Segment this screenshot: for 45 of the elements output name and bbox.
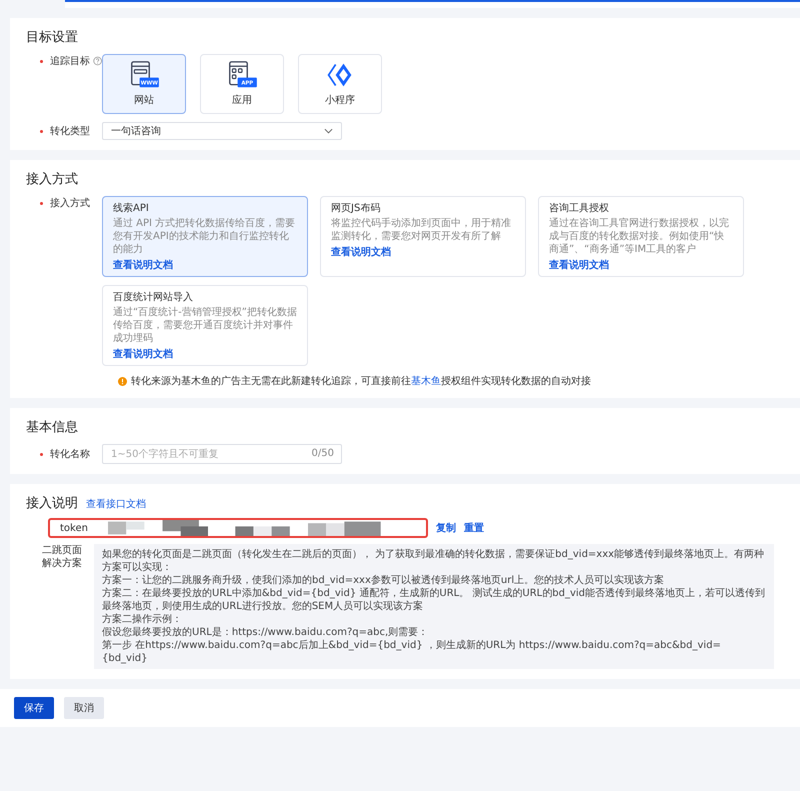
method-title: 网页JS布码 [331, 202, 382, 215]
token-action-link[interactable]: 复制 [436, 521, 456, 535]
cancel-button[interactable]: 取消 [64, 697, 104, 719]
doc-link[interactable]: 查看说明文档 [549, 258, 609, 272]
section-title: 目标设置 [26, 29, 79, 46]
notice-text: 转化来源为基木鱼的广告主无需在此新建转化追踪，可直接前往基木鱼授权组件实现转化数据的自动对接 [131, 374, 591, 388]
method-description: 通过“百度统计-营销管理授权”把转化数据传给百度，需要您开通百度统计并对事件成功埋码 [113, 306, 297, 345]
help-icon[interactable] [92, 56, 102, 66]
field-label: 二跳页面解决方案 [42, 544, 82, 570]
solution-text: 假设您最终要投放的URL是：https://www.baidu.com?q=abc,则需要： [102, 626, 430, 639]
method-title: 线索API [113, 202, 150, 215]
method-title: 百度统计网站导入 [113, 290, 194, 304]
field-label: 追踪目标 [50, 54, 90, 68]
solution-text: 第一步 在https://www.baidu.com?q=abc后加上&bd_vid={bd_vid} ，则生成新的URL为 https://www.baidu.com?q=abc&bd_vid={bd_vid} [102, 639, 722, 665]
doc-link[interactable]: 查看说明文档 [113, 347, 173, 361]
method-option[interactable]: 网页JS布码 将监控代码手动添加到页面中，用于精准监测转化，需要您对网页开发有所了解 查看说明文档 [320, 196, 526, 277]
solution-text: 方案二操作示例： [102, 613, 183, 626]
method-description: 通过在咨询工具官网进行数据授权，以完成与百度的转化数据对接。例如使用“快商通”、“商务通”等IM工具的客户 [549, 217, 730, 256]
method-description: 将监控代码手动添加到页面中，用于精准监测转化，需要您对网页开发有所了解 [331, 217, 512, 243]
jimuyu-link[interactable]: 基木鱼 [411, 376, 441, 387]
section-title: 基本信息 [26, 419, 79, 436]
section-title: 接入方式 [26, 171, 79, 188]
character-counter: 0/50 [312, 448, 334, 459]
solution-text: 方案一：让您的二跳服务商升级，使我们添加的bd_vid=xxx参数可以被透传到最终落地页url上。您的技术人员可以实现该方案 [102, 574, 666, 587]
api-doc-link[interactable]: 查看接口文档 [86, 497, 146, 511]
solution-text: 如果您的转化页面是二跳页面（转化发生在二跳后的页面）， 为了获取到最准确的转化数据，需要保证bd_vid=xxx能够透传到最终落地页上。有两种方案可以实现： [102, 548, 766, 574]
target-option[interactable]: 小程序 [298, 54, 382, 114]
field-label: 接入方式 [50, 196, 90, 210]
save-button[interactable]: 保存 [14, 697, 54, 719]
token-action-link[interactable]: 重置 [464, 521, 484, 535]
section-title: 接入说明 [26, 495, 78, 512]
method-option[interactable]: 线索API 通过 API 方式把转化数据传给百度，需要您有开发API的技术能力和自行监控转化的能力 查看说明文档 [102, 196, 308, 277]
doc-link[interactable]: 查看说明文档 [331, 245, 391, 259]
method-option[interactable]: 咨询工具授权 通过在咨询工具官网进行数据授权，以完成与百度的转化数据对接。例如使用“快商通”、“商务通”等IM工具的客户 查看说明文档 [538, 196, 744, 277]
method-option[interactable]: 百度统计网站导入 通过“百度统计-营销管理授权”把转化数据传给百度，需要您开通百度统计并对事件成功埋码 查看说明文档 [102, 285, 308, 366]
field-label: 转化名称 [50, 448, 90, 461]
solution-text: 方案二：在最终要投放的URL中添加&bd_vid={bd_vid} 通配符，生成新的URL。 测试生成的URL的bd_vid能否透传到最终落地页上，若可以透传到最终落地页，则使用生成的URL进行投放。您的SEM人员可以实现该方案 [102, 587, 766, 613]
doc-link[interactable]: 查看说明文档 [113, 258, 173, 272]
conversion-type-select[interactable]: 一句话咨询 [102, 122, 342, 140]
field-label: 转化类型 [50, 124, 90, 138]
token-label: token [60, 522, 88, 534]
method-title: 咨询工具授权 [549, 202, 610, 215]
warning-icon [118, 376, 127, 386]
method-description: 通过 API 方式把转化数据传给百度，需要您有开发API的技术能力和自行监控转化的能力 [113, 217, 296, 256]
chevron-down-icon [324, 128, 333, 134]
